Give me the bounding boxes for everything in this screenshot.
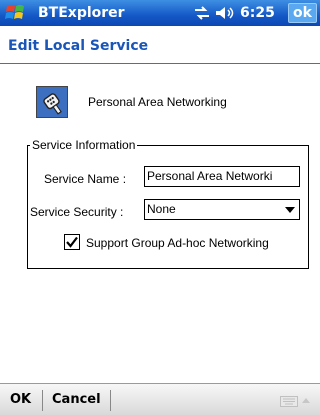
chevron-down-icon[interactable] <box>285 207 295 213</box>
title-bar: BTExplorer 6:25 ok <box>0 0 320 26</box>
header-divider <box>0 63 320 64</box>
dialog-title: Edit Local Service <box>8 38 149 54</box>
ok-button[interactable]: ok <box>288 3 317 23</box>
menu-cancel-button[interactable]: Cancel <box>52 392 101 407</box>
support-adhoc-label[interactable]: Support Group Ad-hoc Networking <box>86 236 269 250</box>
service-name-label: Service Name : <box>44 172 127 186</box>
serial-plug-icon <box>36 86 68 118</box>
service-security-select[interactable]: None <box>144 199 300 220</box>
connectivity-icon[interactable] <box>193 5 211 21</box>
service-name-input[interactable]: Personal Area Networki <box>144 166 300 187</box>
menu-separator <box>110 390 111 411</box>
checkmark-icon <box>66 236 78 248</box>
input-arrow-icon[interactable] <box>302 398 310 403</box>
service-name-display: Personal Area Networking <box>88 95 227 109</box>
keyboard-icon[interactable] <box>280 396 298 407</box>
volume-icon[interactable] <box>215 6 235 20</box>
menu-bar: OK Cancel <box>0 383 320 415</box>
support-adhoc-checkbox[interactable] <box>64 234 80 250</box>
clock[interactable]: 6:25 <box>240 5 275 21</box>
menu-separator <box>42 390 43 411</box>
menu-ok-button[interactable]: OK <box>10 392 31 407</box>
service-security-value: None <box>147 202 176 216</box>
app-title: BTExplorer <box>38 5 125 21</box>
start-flag-icon[interactable] <box>3 3 29 23</box>
service-security-label: Service Security : <box>30 205 124 219</box>
group-legend: Service Information <box>30 138 138 152</box>
